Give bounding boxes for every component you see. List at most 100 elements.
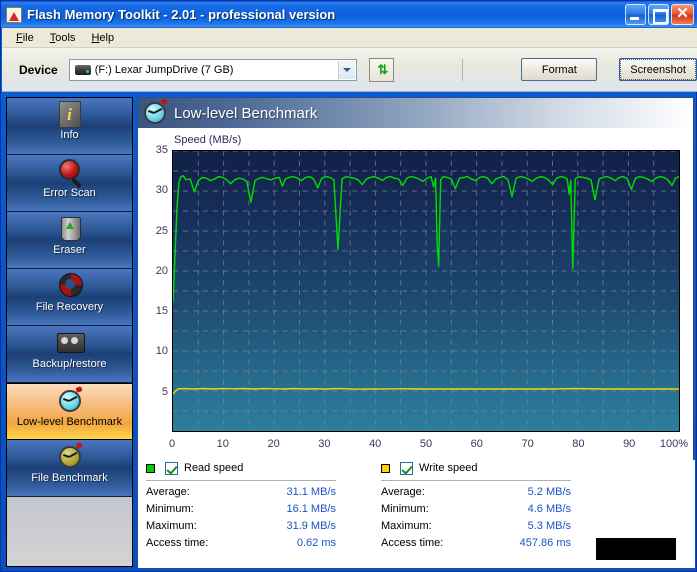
stat-row: Maximum: 31.9 MB/s: [146, 520, 336, 532]
x-tick-label: 0: [168, 438, 176, 450]
stat-key: Minimum:: [381, 503, 429, 515]
lifebuoy-icon: [56, 272, 84, 300]
x-tick-label: 50: [419, 438, 433, 450]
stat-key: Average:: [381, 486, 425, 498]
screenshot-button[interactable]: Screenshot: [619, 58, 697, 81]
y-tick-label: 35: [155, 144, 168, 156]
sidebar-item-info[interactable]: Info: [7, 98, 132, 155]
toolbar: Device (F:) Lexar JumpDrive (7 GB) ⇅ For…: [2, 48, 697, 92]
stat-value: 457.86 ms: [519, 537, 571, 549]
usb-drive-icon: [74, 64, 91, 75]
stat-key: Maximum:: [146, 520, 197, 532]
read-legend-row: Read speed: [146, 460, 336, 476]
stat-row: Access time: 0.62 ms: [146, 537, 336, 549]
sidebar-item-backup-restore[interactable]: Backup/restore: [7, 326, 132, 383]
stat-key: Access time:: [146, 537, 209, 549]
x-tick-label: 30: [318, 438, 331, 450]
write-speed-stats: Write speed Average: 5.2 MB/s Minimum: 4…: [381, 460, 571, 549]
read-speed-stats: Read speed Average: 31.1 MB/s Minimum: 1…: [146, 460, 336, 549]
x-tick-label: 60: [470, 438, 483, 450]
content-panel: Low-level Benchmark Speed (MB/s) 35 30 25 2…: [137, 97, 695, 568]
sidebar: Info Error Scan Eraser File Recovery Bac…: [6, 97, 133, 567]
close-button[interactable]: ✕: [671, 4, 694, 25]
stat-key: Access time:: [381, 537, 444, 549]
minimize-button[interactable]: [625, 4, 646, 25]
sidebar-item-label: Info: [60, 129, 79, 141]
sidebar-item-file-benchmark[interactable]: File Benchmark: [7, 440, 132, 497]
x-tick-label: 20: [267, 438, 280, 450]
device-label: Device: [19, 62, 58, 77]
menu-item-file[interactable]: File: [8, 30, 42, 46]
maximize-button[interactable]: [648, 4, 669, 25]
sidebar-item-label: Eraser: [53, 244, 86, 256]
chart-svg: [173, 151, 679, 431]
divider: [146, 480, 336, 481]
stat-value: 0.62 ms: [296, 537, 336, 549]
menu-tools-rest: ools: [55, 31, 76, 44]
sidebar-item-low-level-benchmark[interactable]: Low-level Benchmark: [7, 383, 132, 440]
trash-recycle-icon: [56, 215, 84, 243]
redacted-box: [596, 538, 676, 560]
stat-row: Average: 5.2 MB/s: [381, 486, 571, 498]
stat-key: Minimum:: [146, 503, 194, 515]
stopwatch-blue-icon: [141, 98, 169, 127]
sidebar-item-error-scan[interactable]: Error Scan: [7, 155, 132, 212]
stat-row: Average: 31.1 MB/s: [146, 486, 336, 498]
benchmark-chart: Speed (MB/s) 35 30 25 20 15 10 5 0 10 20 30 40 50 60…: [138, 128, 695, 460]
read-speed-label: Read speed: [184, 462, 244, 474]
sidebar-item-label: Backup/restore: [32, 358, 107, 370]
x-tick-label: 10: [216, 438, 229, 450]
title-bar: Flash Memory Toolkit - 2.01 - profession…: [1, 1, 697, 28]
stat-value: 4.6 MB/s: [527, 503, 571, 515]
x-tick-label: 90: [623, 438, 636, 450]
y-tick-label: 20: [155, 264, 168, 277]
stat-value: 31.1 MB/s: [286, 486, 336, 498]
sidebar-item-label: File Recovery: [35, 301, 104, 313]
stopwatch-blue-icon: [56, 386, 84, 415]
content-header: Low-level Benchmark: [138, 98, 693, 128]
menu-item-tools[interactable]: Tools: [42, 30, 84, 46]
x-tick-label: 100%: [659, 438, 689, 450]
y-tick-label: 5: [161, 385, 168, 398]
y-tick-label: 30: [155, 184, 168, 197]
close-icon: ✕: [676, 5, 689, 22]
divider: [381, 480, 571, 481]
x-tick-label: 70: [521, 438, 534, 450]
read-color-swatch: [146, 463, 155, 473]
stat-row: Minimum: 4.6 MB/s: [381, 503, 571, 515]
page-title: Low-level Benchmark: [174, 104, 318, 122]
stats-panel: Read speed Average: 31.1 MB/s Minimum: 1…: [138, 460, 695, 568]
chart-x-axis-ticks: 0 10 20 30 40 50 60 70 80 90 100%: [138, 436, 695, 452]
menu-help-rest: elp: [99, 31, 115, 44]
sidebar-item-label: File Benchmark: [31, 472, 108, 484]
refresh-button[interactable]: ⇅: [369, 57, 395, 82]
refresh-icon: ⇅: [377, 62, 388, 77]
y-tick-label: 25: [155, 224, 168, 237]
chevron-down-icon[interactable]: [338, 60, 356, 79]
write-legend-row: Write speed: [381, 460, 571, 476]
info-icon: [58, 101, 81, 128]
stat-value: 31.9 MB/s: [286, 520, 336, 532]
app-icon: [6, 6, 22, 23]
chart-y-axis-ticks: 35 30 25 20 15 10 5: [140, 128, 168, 460]
sidebar-item-label: Error Scan: [43, 187, 96, 199]
application-window: Flash Memory Toolkit - 2.01 - profession…: [0, 0, 697, 572]
window-controls: ✕: [625, 4, 694, 25]
stat-value: 5.3 MB/s: [527, 520, 571, 532]
stat-row: Access time: 457.86 ms: [381, 537, 571, 549]
format-button[interactable]: Format: [521, 58, 598, 81]
chart-y-axis-label: Speed (MB/s): [174, 134, 242, 146]
menu-bar: File Tools Help: [2, 28, 697, 48]
write-speed-checkbox[interactable]: [400, 461, 413, 475]
menu-item-help[interactable]: Help: [83, 30, 122, 46]
y-tick-label: 15: [155, 305, 168, 318]
read-speed-checkbox[interactable]: [165, 461, 178, 475]
device-select[interactable]: (F:) Lexar JumpDrive (7 GB): [68, 58, 358, 81]
write-speed-label: Write speed: [419, 462, 478, 474]
sidebar-item-eraser[interactable]: Eraser: [7, 212, 132, 269]
stopwatch-olive-icon: [56, 442, 84, 471]
menu-file-rest: ile: [22, 31, 34, 44]
tape-cassette-icon: [56, 329, 85, 357]
sidebar-item-file-recovery[interactable]: File Recovery: [7, 269, 132, 326]
screenshot-button-label: Screenshot: [620, 59, 696, 80]
